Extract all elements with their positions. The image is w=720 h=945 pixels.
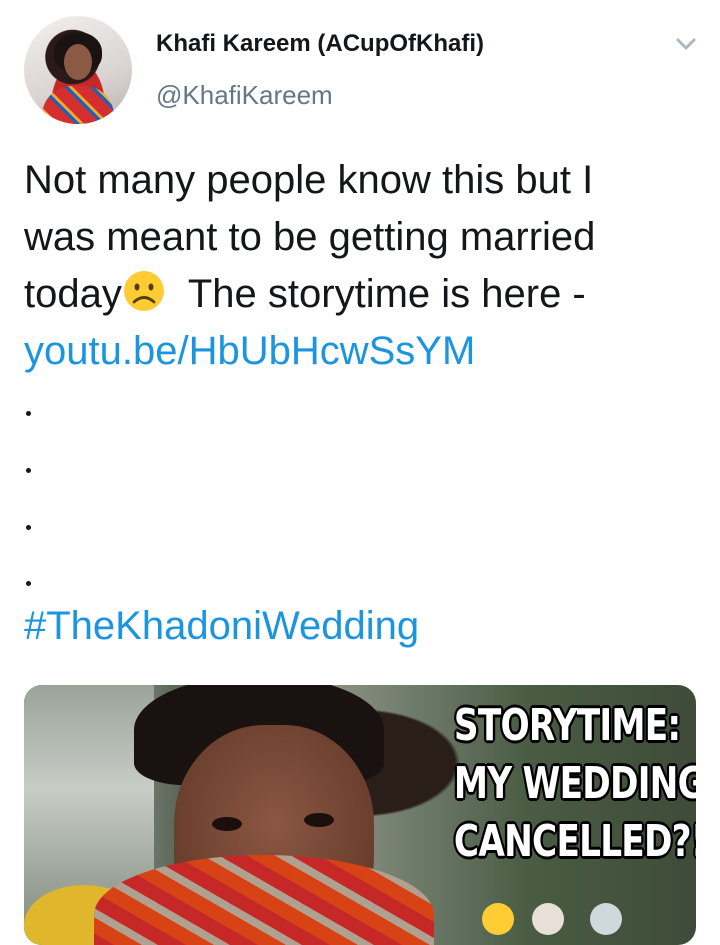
thumbnail-overlay-text: STORYTIME: MY WEDDING CANCELLED?!	[453, 697, 696, 871]
tweet-text-fragment: today	[24, 272, 122, 316]
chevron-down-icon[interactable]	[672, 30, 700, 58]
overlay-line: MY WEDDING	[453, 758, 696, 809]
hashtag-link[interactable]: #TheKhadoniWedding	[24, 600, 419, 652]
overlay-line: STORYTIME:	[453, 700, 681, 751]
dot-separator	[26, 581, 31, 586]
tweet-text-line: today The storytime is here -	[24, 266, 700, 323]
avatar[interactable]	[24, 16, 132, 124]
video-thumbnail[interactable]: STORYTIME: MY WEDDING CANCELLED?!	[24, 685, 696, 945]
crying-face-icon	[482, 903, 514, 935]
dot-separator	[26, 468, 31, 473]
tweet: Khafi Kareem (ACupOfKhafi) @KhafiKareem …	[0, 0, 720, 945]
sad-face-emoji-icon	[123, 271, 164, 311]
author-handle[interactable]: @KhafiKareem	[156, 80, 333, 111]
tweet-text-line: was meant to be getting married	[24, 215, 596, 259]
bride-icon	[532, 903, 564, 935]
tweet-text-line: Not many people know this but I	[24, 158, 594, 202]
dot-separator	[26, 411, 31, 416]
author-display-name[interactable]: Khafi Kareem (ACupOfKhafi)	[156, 30, 484, 58]
dot-separator	[26, 525, 31, 530]
tweet-text: Not many people know this but I was mean…	[24, 152, 700, 380]
tweet-text-fragment: The storytime is here -	[187, 272, 586, 316]
overlay-line: CANCELLED?!	[453, 816, 696, 867]
youtube-link[interactable]: youtu.be/HbUbHcwSsYM	[24, 323, 700, 380]
ring-icon	[590, 903, 622, 935]
